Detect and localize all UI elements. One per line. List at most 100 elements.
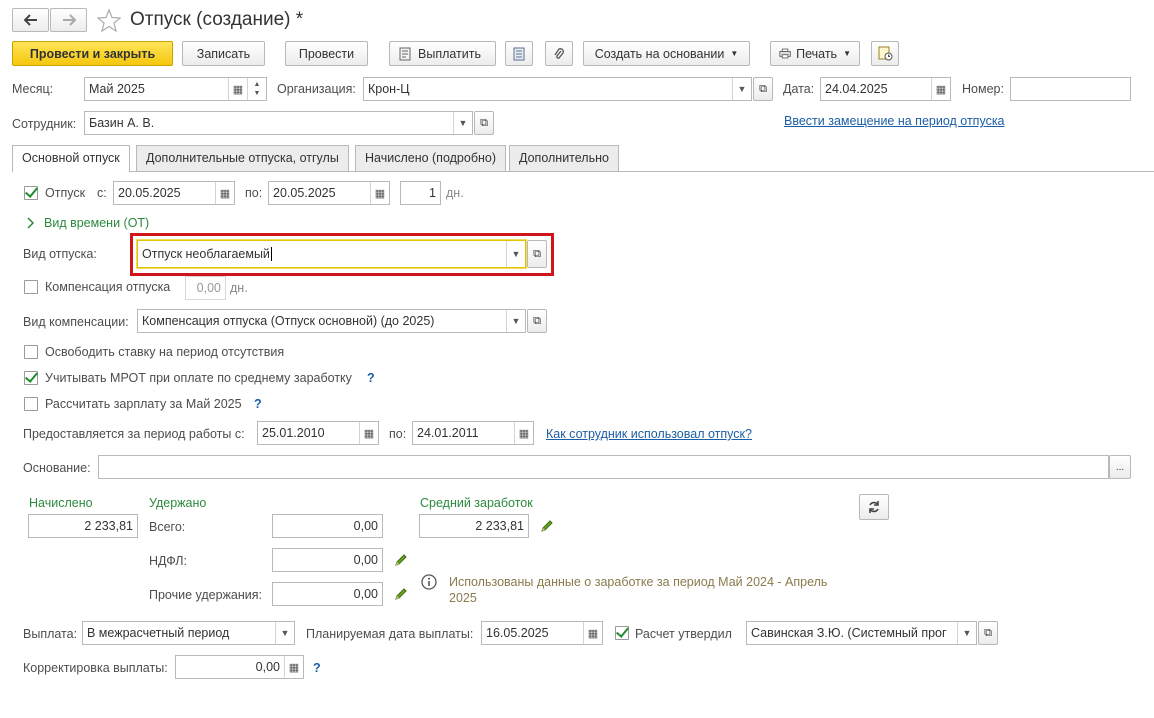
list-button[interactable] — [505, 41, 533, 66]
pencil-icon[interactable] — [540, 519, 554, 533]
vacation-to-value: 20.05.2025 — [273, 186, 336, 200]
employee-open-button[interactable]: ⧉ — [474, 111, 494, 135]
work-period-from-field[interactable]: 25.01.2010 ▦ — [257, 421, 379, 445]
paperclip-icon — [554, 47, 564, 59]
approved-by-value: Савинская З.Ю. (Системный прог — [751, 626, 947, 640]
create-based-on-button[interactable]: Создать на основании ▼ — [583, 41, 750, 66]
calendar-icon[interactable]: ▦ — [215, 182, 234, 204]
tab-additional-vacations[interactable]: Дополнительные отпуска, отгулы — [136, 145, 349, 171]
organization-value: Крон-Ц — [368, 82, 410, 96]
how-used-link[interactable]: Как сотрудник использовал отпуск? — [546, 426, 752, 442]
post-button[interactable]: Провести — [285, 41, 368, 66]
calendar-icon[interactable]: ▦ — [931, 78, 950, 100]
replacement-link[interactable]: Ввести замещение на период отпуска — [784, 113, 1005, 129]
work-period-to-value: 24.01.2011 — [417, 426, 479, 440]
number-label: Номер: — [962, 82, 1004, 96]
refresh-button[interactable] — [859, 494, 889, 520]
calendar-icon[interactable]: ▦ — [359, 422, 378, 444]
planned-date-value: 16.05.2025 — [486, 626, 549, 640]
tab-additional[interactable]: Дополнительно — [509, 145, 619, 171]
favorite-star-icon[interactable] — [97, 9, 121, 32]
date-value: 24.04.2025 — [825, 82, 888, 96]
dropdown-arrow-icon[interactable]: ▼ — [732, 78, 751, 100]
vacation-from-field[interactable]: 20.05.2025 ▦ — [113, 181, 235, 205]
ndfl-value: 0,00 — [353, 553, 378, 567]
month-stepper[interactable]: ▲ ▼ — [247, 78, 266, 100]
attach-button[interactable] — [545, 41, 573, 66]
mrot-help-icon[interactable]: ? — [367, 370, 375, 386]
basis-field[interactable] — [98, 455, 1109, 479]
calendar-icon[interactable]: ▦ — [228, 78, 247, 100]
forward-button[interactable] — [50, 8, 87, 32]
payment-correction-field[interactable]: 0,00 ▦ — [175, 655, 304, 679]
correction-help-icon[interactable]: ? — [313, 660, 321, 676]
free-rate-label: Освободить ставку на период отсутствия — [45, 345, 285, 359]
organization-open-button[interactable]: ⧉ — [753, 77, 773, 101]
approved-checkbox[interactable] — [615, 626, 629, 640]
calendar-icon[interactable]: ▦ — [370, 182, 389, 204]
approved-by-open-button[interactable]: ⧉ — [978, 621, 998, 645]
approved-by-field[interactable]: Савинская З.Ю. (Системный прог ▼ — [746, 621, 977, 645]
dropdown-arrow-icon[interactable]: ▼ — [453, 112, 472, 134]
calculator-icon[interactable]: ▦ — [284, 656, 303, 678]
dropdown-arrow-icon[interactable]: ▼ — [506, 310, 525, 332]
dropdown-arrow-icon[interactable]: ▼ — [506, 241, 525, 267]
month-field[interactable]: Май 2025 ▦ ▲ ▼ — [84, 77, 267, 101]
date-field[interactable]: 24.04.2025 ▦ — [820, 77, 951, 101]
calc-salary-checkbox[interactable] — [24, 397, 38, 411]
calendar-icon[interactable]: ▦ — [583, 622, 602, 644]
post-and-close-button[interactable]: Провести и закрыть — [12, 41, 173, 66]
payment-value: В межрасчетный период — [87, 626, 230, 640]
calendar-icon[interactable]: ▦ — [514, 422, 533, 444]
employee-field[interactable]: Базин А. В. ▼ — [84, 111, 473, 135]
pay-button[interactable]: Выплатить — [389, 41, 496, 66]
planned-date-label: Планируемая дата выплаты: — [306, 627, 474, 641]
time-type-toggle[interactable]: Вид времени (ОТ) — [26, 215, 149, 231]
tab-main-vacation[interactable]: Основной отпуск — [12, 145, 130, 172]
report-button[interactable] — [871, 41, 899, 66]
average-earnings-label: Средний заработок — [420, 496, 533, 510]
chevron-right-icon — [27, 217, 35, 229]
vacation-type-value: Отпуск необлагаемый — [142, 247, 272, 261]
print-button[interactable]: Печать ▼ — [770, 41, 860, 66]
vacation-days-field[interactable]: 1 — [400, 181, 441, 205]
back-button[interactable] — [12, 8, 49, 32]
organization-field[interactable]: Крон-Ц ▼ — [363, 77, 752, 101]
pencil-icon[interactable] — [394, 553, 408, 567]
vacation-type-label: Вид отпуска: — [23, 247, 97, 261]
work-period-to-field[interactable]: 24.01.2011 ▦ — [412, 421, 534, 445]
pencil-icon[interactable] — [394, 587, 408, 601]
free-rate-checkbox[interactable] — [24, 345, 38, 359]
tab-accrued-detailed[interactable]: Начислено (подробно) — [355, 145, 507, 171]
vacation-to-field[interactable]: 20.05.2025 ▦ — [268, 181, 390, 205]
basis-select-button[interactable]: ... — [1109, 455, 1131, 479]
dropdown-arrow-icon[interactable]: ▼ — [957, 622, 976, 644]
pay-button-label: Выплатить — [418, 46, 482, 61]
compensation-type-open-button[interactable]: ⧉ — [527, 309, 547, 333]
mrot-label: Учитывать МРОТ при оплате по среднему за… — [45, 371, 352, 385]
withheld-total-field: 0,00 — [272, 514, 383, 538]
compensation-type-field[interactable]: Компенсация отпуска (Отпуск основной) (д… — [137, 309, 526, 333]
withheld-total-label: Всего: — [149, 520, 186, 534]
compensation-unit-label: дн. — [230, 281, 248, 295]
info-icon — [421, 574, 437, 590]
payment-correction-value: 0,00 — [255, 660, 280, 674]
vacation-checkbox[interactable] — [24, 186, 38, 200]
vacation-type-field[interactable]: Отпуск необлагаемый ▼ — [137, 240, 526, 268]
vacation-type-open-button[interactable]: ⧉ — [527, 240, 547, 268]
payment-field[interactable]: В межрасчетный период ▼ — [82, 621, 295, 645]
payment-label: Выплата: — [23, 627, 78, 641]
other-withholdings-label: Прочие удержания: — [149, 588, 263, 602]
mrot-checkbox[interactable] — [24, 371, 38, 385]
calc-salary-help-icon[interactable]: ? — [254, 396, 262, 412]
payment-correction-label: Корректировка выплаты: — [23, 661, 168, 675]
save-button[interactable]: Записать — [182, 41, 265, 66]
organization-label: Организация: — [277, 82, 356, 96]
work-period-from-value: 25.01.2010 — [262, 426, 325, 440]
compensation-checkbox[interactable] — [24, 280, 38, 294]
days-unit-label: дн. — [446, 186, 464, 200]
number-field[interactable] — [1010, 77, 1131, 101]
planned-date-field[interactable]: 16.05.2025 ▦ — [481, 621, 603, 645]
employee-label: Сотрудник: — [12, 117, 77, 131]
dropdown-arrow-icon[interactable]: ▼ — [275, 622, 294, 644]
